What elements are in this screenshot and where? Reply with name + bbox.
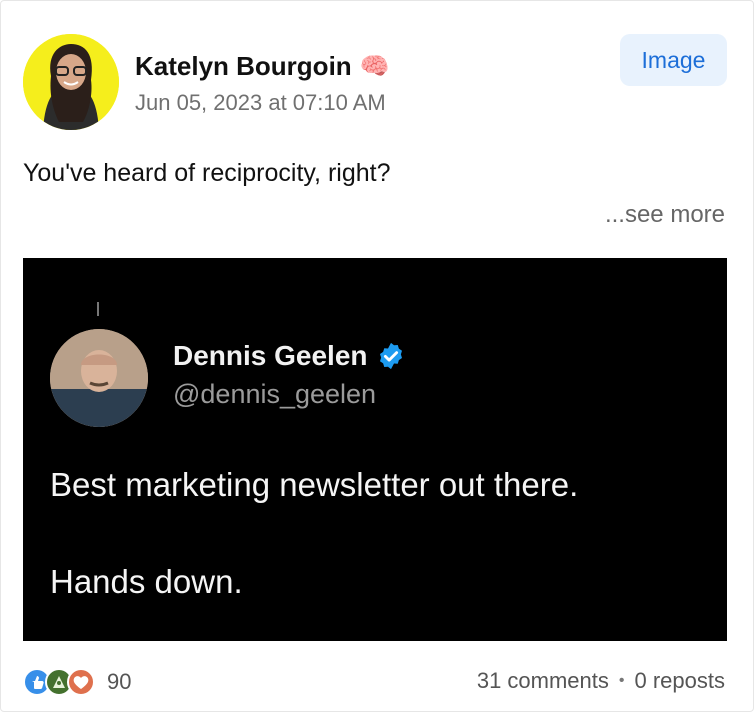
separator-dot: •	[618, 672, 625, 689]
tweet-avatar-image	[50, 329, 148, 427]
tweet-author-avatar	[50, 329, 148, 427]
post-card: Katelyn Bourgoin 🧠 Jun 05, 2023 at 07:10…	[0, 0, 754, 712]
reaction-icons	[23, 668, 99, 696]
thread-line	[97, 302, 99, 316]
author-name[interactable]: Katelyn Bourgoin	[135, 51, 352, 82]
tweet-author-name-row: Dennis Geelen	[173, 340, 406, 372]
engagement-meta: 31 comments • 0 reposts	[477, 668, 725, 694]
verified-badge-icon	[379, 342, 402, 370]
author-avatar-image	[23, 34, 119, 130]
tweet-text-line: Best marketing newsletter out there.	[50, 466, 579, 503]
love-reaction-icon	[67, 668, 95, 696]
tweet-text-line: Hands down.	[50, 563, 243, 600]
author-name-row[interactable]: Katelyn Bourgoin 🧠	[135, 51, 390, 82]
comments-count-link[interactable]: 31 comments	[477, 668, 609, 694]
tweet-author-handle: @dennis_geelen	[173, 379, 377, 409]
post-type-badge[interactable]: Image	[620, 34, 727, 86]
tweet-author-name: Dennis Geelen	[173, 340, 368, 371]
post-timestamp: Jun 05, 2023 at 07:10 AM	[135, 90, 386, 115]
post-text: You've heard of reciprocity, right?	[23, 159, 391, 187]
see-more-link[interactable]: ...see more	[605, 201, 725, 229]
brain-icon: 🧠	[359, 52, 390, 80]
post-image[interactable]: Dennis Geelen @dennis_geelen Best market…	[23, 258, 727, 641]
reposts-count-link[interactable]: 0 reposts	[635, 668, 726, 694]
reactions-summary[interactable]: 90	[23, 668, 131, 696]
reaction-count[interactable]: 90	[107, 669, 131, 695]
author-avatar[interactable]	[23, 34, 119, 130]
